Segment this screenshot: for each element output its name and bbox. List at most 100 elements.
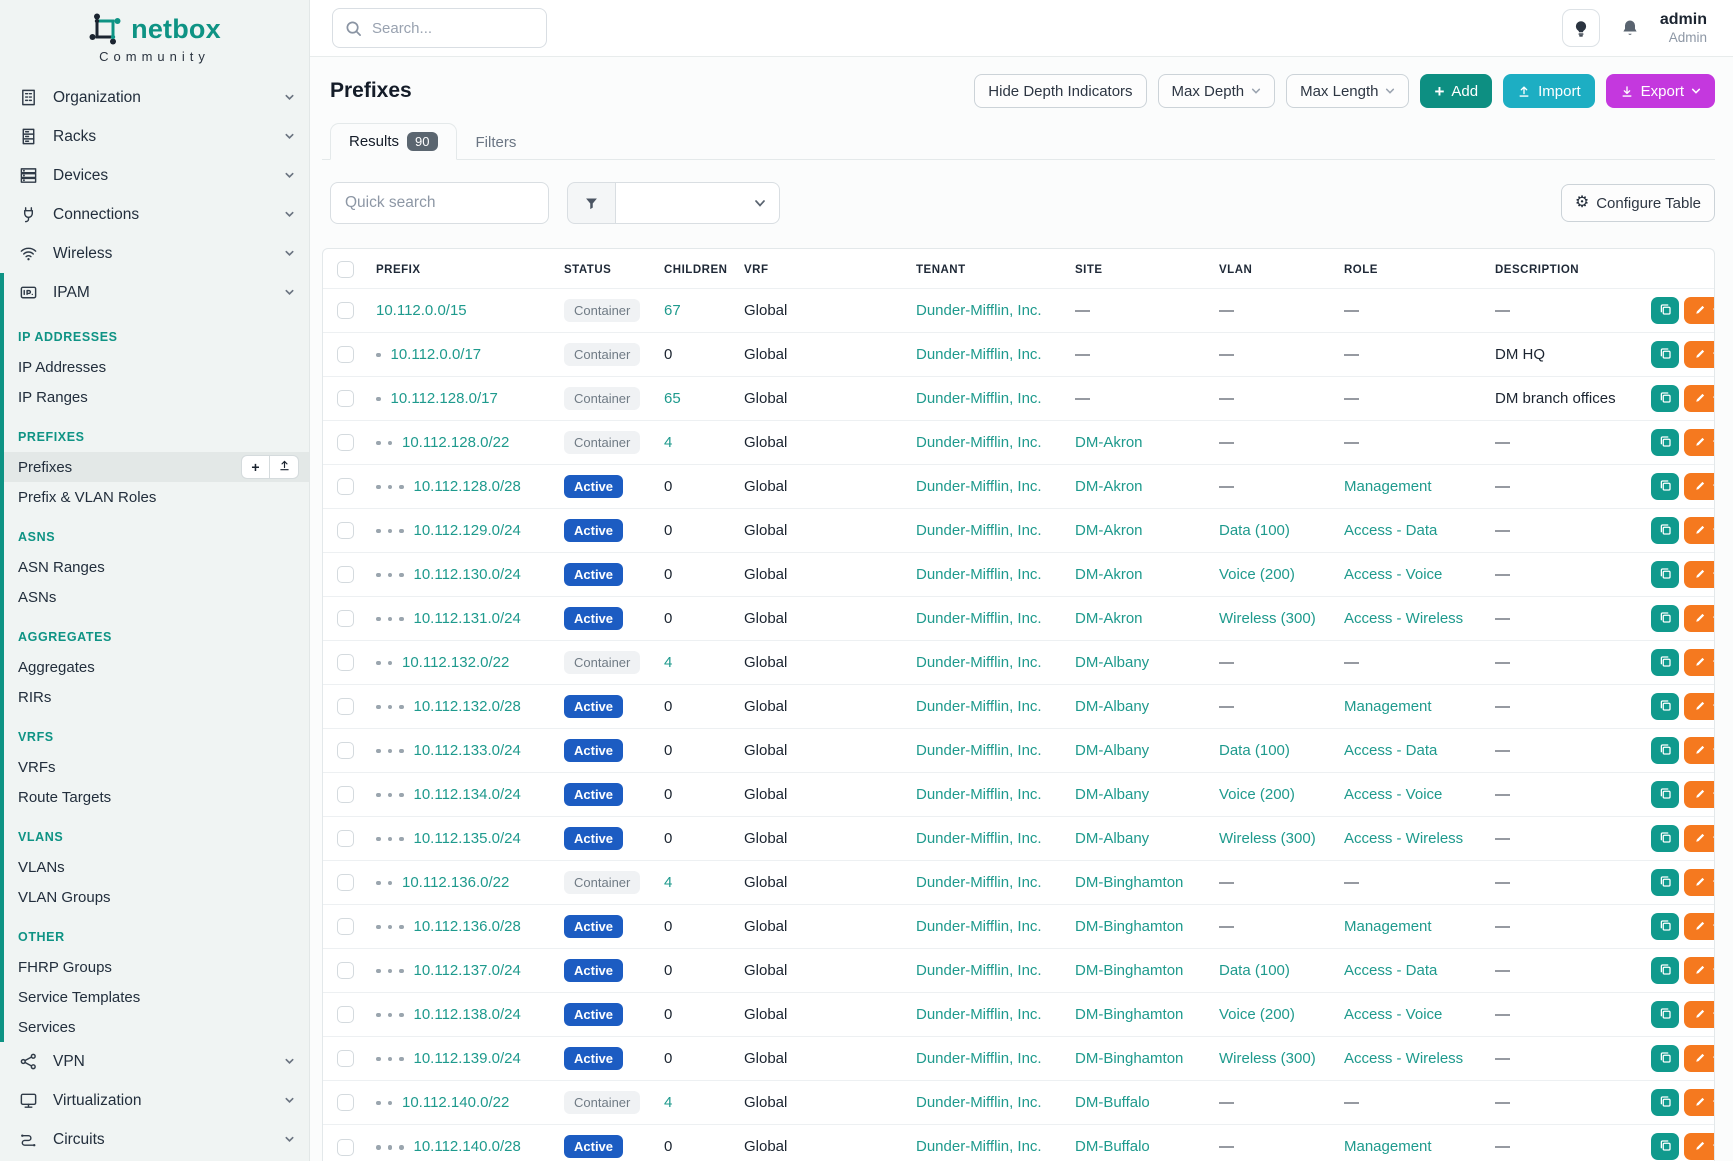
sidebar-item-service-templates[interactable]: Service Templates bbox=[4, 982, 309, 1012]
prefix-link[interactable]: 10.112.0.0/15 bbox=[376, 302, 467, 319]
user-menu[interactable]: admin Admin bbox=[1660, 10, 1707, 47]
column-header-vlan[interactable]: VLAN bbox=[1209, 249, 1334, 289]
prefix-link[interactable]: 10.112.140.0/28 bbox=[414, 1138, 521, 1155]
vlan-link[interactable]: Voice (200) bbox=[1219, 566, 1295, 583]
clone-button[interactable] bbox=[1651, 1045, 1679, 1072]
edit-button[interactable] bbox=[1684, 1001, 1715, 1028]
role-link[interactable]: Access - Wireless bbox=[1344, 830, 1463, 847]
site-link[interactable]: DM-Binghamton bbox=[1075, 1006, 1183, 1023]
prefix-link[interactable]: 10.112.128.0/28 bbox=[414, 478, 521, 495]
vlan-link[interactable]: Data (100) bbox=[1219, 962, 1290, 979]
site-link[interactable]: DM-Buffalo bbox=[1075, 1138, 1150, 1155]
column-header-prefix[interactable]: PREFIX bbox=[366, 249, 554, 289]
clone-button[interactable] bbox=[1651, 517, 1679, 544]
site-link[interactable]: DM-Binghamton bbox=[1075, 1050, 1183, 1067]
prefix-link[interactable]: 10.112.132.0/22 bbox=[402, 654, 509, 671]
clone-button[interactable] bbox=[1651, 1001, 1679, 1028]
global-search-input[interactable] bbox=[372, 20, 512, 37]
site-link[interactable]: DM-Albany bbox=[1075, 830, 1149, 847]
site-link[interactable]: DM-Buffalo bbox=[1075, 1094, 1150, 1111]
children-count-link[interactable]: 4 bbox=[664, 1094, 672, 1111]
tenant-link[interactable]: Dunder-Mifflin, Inc. bbox=[916, 1050, 1042, 1067]
sidebar-item-vpn[interactable]: VPN bbox=[0, 1042, 309, 1081]
tenant-link[interactable]: Dunder-Mifflin, Inc. bbox=[916, 1094, 1042, 1111]
edit-button[interactable] bbox=[1684, 385, 1715, 412]
column-header-role[interactable]: ROLE bbox=[1334, 249, 1485, 289]
role-link[interactable]: Management bbox=[1344, 918, 1432, 935]
global-search[interactable] bbox=[332, 8, 547, 48]
row-checkbox[interactable] bbox=[337, 522, 354, 539]
tenant-link[interactable]: Dunder-Mifflin, Inc. bbox=[916, 478, 1042, 495]
edit-button[interactable] bbox=[1684, 605, 1715, 632]
site-link[interactable]: DM-Binghamton bbox=[1075, 918, 1183, 935]
edit-button[interactable] bbox=[1684, 957, 1715, 984]
row-checkbox[interactable] bbox=[337, 434, 354, 451]
prefix-link[interactable]: 10.112.139.0/24 bbox=[414, 1050, 521, 1067]
edit-button[interactable] bbox=[1684, 693, 1715, 720]
quick-search-input[interactable] bbox=[330, 182, 549, 224]
row-checkbox[interactable] bbox=[337, 830, 354, 847]
tab-results[interactable]: Results 90 bbox=[330, 123, 457, 160]
site-link[interactable]: DM-Albany bbox=[1075, 698, 1149, 715]
sidebar-item-ip-addresses[interactable]: IP Addresses bbox=[4, 352, 309, 382]
clone-button[interactable] bbox=[1651, 385, 1679, 412]
add-button[interactable]: + Add bbox=[1420, 74, 1492, 108]
clone-button[interactable] bbox=[1651, 473, 1679, 500]
import-button[interactable]: Import bbox=[1503, 74, 1595, 108]
prefix-link[interactable]: 10.112.138.0/24 bbox=[414, 1006, 521, 1023]
edit-button[interactable] bbox=[1684, 429, 1715, 456]
tenant-link[interactable]: Dunder-Mifflin, Inc. bbox=[916, 610, 1042, 627]
filter-button[interactable] bbox=[567, 182, 616, 224]
export-dropdown[interactable]: Export bbox=[1606, 74, 1715, 108]
vlan-link[interactable]: Wireless (300) bbox=[1219, 830, 1316, 847]
role-link[interactable]: Access - Voice bbox=[1344, 1006, 1442, 1023]
quick-import-button[interactable] bbox=[270, 455, 299, 479]
site-link[interactable]: DM-Binghamton bbox=[1075, 962, 1183, 979]
edit-button[interactable] bbox=[1684, 341, 1715, 368]
site-link[interactable]: DM-Albany bbox=[1075, 654, 1149, 671]
max-depth-dropdown[interactable]: Max Depth bbox=[1158, 74, 1276, 108]
row-checkbox[interactable] bbox=[337, 1050, 354, 1067]
clone-button[interactable] bbox=[1651, 429, 1679, 456]
row-checkbox[interactable] bbox=[337, 1006, 354, 1023]
prefix-link[interactable]: 10.112.133.0/24 bbox=[414, 742, 521, 759]
site-link[interactable]: DM-Albany bbox=[1075, 742, 1149, 759]
tenant-link[interactable]: Dunder-Mifflin, Inc. bbox=[916, 522, 1042, 539]
sidebar-item-connections[interactable]: Connections bbox=[0, 195, 309, 234]
tenant-link[interactable]: Dunder-Mifflin, Inc. bbox=[916, 918, 1042, 935]
vlan-link[interactable]: Wireless (300) bbox=[1219, 610, 1316, 627]
role-link[interactable]: Management bbox=[1344, 478, 1432, 495]
hide-depth-indicators-button[interactable]: Hide Depth Indicators bbox=[974, 74, 1146, 108]
tenant-link[interactable]: Dunder-Mifflin, Inc. bbox=[916, 1138, 1042, 1155]
sidebar-item-asn-ranges[interactable]: ASN Ranges bbox=[4, 552, 309, 582]
tenant-link[interactable]: Dunder-Mifflin, Inc. bbox=[916, 698, 1042, 715]
prefix-link[interactable]: 10.112.0.0/17 bbox=[391, 346, 482, 363]
children-count-link[interactable]: 67 bbox=[664, 302, 681, 319]
row-checkbox[interactable] bbox=[337, 698, 354, 715]
prefix-link[interactable]: 10.112.129.0/24 bbox=[414, 522, 521, 539]
role-link[interactable]: Access - Data bbox=[1344, 522, 1437, 539]
edit-button[interactable] bbox=[1684, 1133, 1715, 1160]
tenant-link[interactable]: Dunder-Mifflin, Inc. bbox=[916, 302, 1042, 319]
tenant-link[interactable]: Dunder-Mifflin, Inc. bbox=[916, 346, 1042, 363]
sidebar-item-vrfs[interactable]: VRFs bbox=[4, 752, 309, 782]
row-checkbox[interactable] bbox=[337, 302, 354, 319]
tab-filters[interactable]: Filters bbox=[457, 125, 536, 160]
row-checkbox[interactable] bbox=[337, 786, 354, 803]
vlan-link[interactable]: Data (100) bbox=[1219, 742, 1290, 759]
clone-button[interactable] bbox=[1651, 1089, 1679, 1116]
quick-add-button[interactable]: + bbox=[241, 455, 270, 479]
edit-button[interactable] bbox=[1684, 517, 1715, 544]
sidebar-item-vlan-groups[interactable]: VLAN Groups bbox=[4, 882, 309, 912]
sidebar-item-racks[interactable]: Racks bbox=[0, 117, 309, 156]
sidebar-item-devices[interactable]: Devices bbox=[0, 156, 309, 195]
site-link[interactable]: DM-Akron bbox=[1075, 566, 1143, 583]
role-link[interactable]: Access - Data bbox=[1344, 962, 1437, 979]
row-checkbox[interactable] bbox=[337, 478, 354, 495]
row-checkbox[interactable] bbox=[337, 962, 354, 979]
vlan-link[interactable]: Voice (200) bbox=[1219, 786, 1295, 803]
row-checkbox[interactable] bbox=[337, 566, 354, 583]
prefix-link[interactable]: 10.112.128.0/22 bbox=[402, 434, 509, 451]
row-checkbox[interactable] bbox=[337, 346, 354, 363]
sidebar-item-ip-ranges[interactable]: IP Ranges bbox=[4, 382, 309, 412]
